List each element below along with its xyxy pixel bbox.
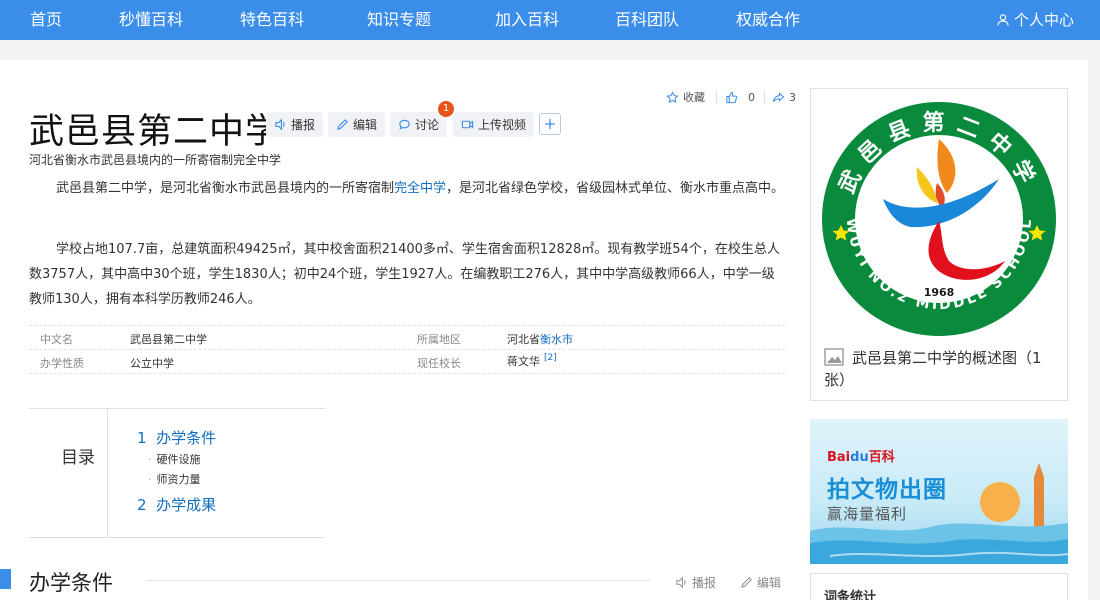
promo-subline: 赢海量福利 bbox=[827, 505, 908, 523]
star-icon bbox=[666, 90, 679, 103]
hengshui-link[interactable]: 衡水市 bbox=[540, 333, 573, 346]
toc-subitem-faculty[interactable]: · 师资力量 bbox=[148, 471, 201, 487]
share-icon bbox=[772, 91, 785, 102]
upload-video-button[interactable]: 上传视频 bbox=[453, 112, 535, 137]
video-icon bbox=[461, 120, 474, 129]
user-center-label: 个人中心 bbox=[1013, 11, 1074, 29]
reference-link[interactable]: [2] bbox=[544, 353, 557, 363]
info-divider bbox=[29, 349, 785, 350]
complete-middle-school-link[interactable]: 完全中学 bbox=[394, 181, 446, 196]
section-edit-button[interactable]: 编辑 bbox=[740, 574, 781, 591]
info-key-principal: 现任校长 bbox=[417, 357, 461, 370]
user-center-link[interactable]: 个人中心 bbox=[997, 0, 1074, 40]
discuss-count-badge: 1 bbox=[438, 101, 454, 117]
nav-item-team[interactable]: 百科团队 bbox=[615, 0, 679, 40]
toc-divider bbox=[107, 409, 108, 537]
discuss-button[interactable]: 讨论 bbox=[390, 112, 448, 137]
speaker-icon bbox=[275, 118, 285, 131]
nav-item-home[interactable]: 首页 bbox=[30, 0, 62, 40]
nav-item-partners[interactable]: 权威合作 bbox=[736, 0, 800, 40]
school-logo: 武邑县第二中学 WUYI NO.2 MIDDLE SCHOOL 1968 bbox=[822, 102, 1056, 336]
section-broadcast-button[interactable]: 播报 bbox=[675, 574, 716, 591]
toc-subitem-hardware[interactable]: · 硬件设施 bbox=[148, 451, 201, 467]
section-title: 办学条件 bbox=[29, 571, 113, 595]
nav-item-topics[interactable]: 知识专题 bbox=[367, 0, 431, 40]
favorite-button[interactable]: 收藏 bbox=[666, 89, 705, 105]
info-key-region: 所属地区 bbox=[417, 333, 461, 346]
promo-headline: 拍文物出圈 bbox=[827, 477, 947, 503]
broadcast-button[interactable]: 播报 bbox=[266, 112, 324, 137]
entry-stats-card: 词条统计 bbox=[810, 573, 1068, 600]
info-val-nature: 公立中学 bbox=[130, 357, 174, 370]
page-title: 武邑县第二中学 bbox=[29, 112, 282, 152]
baidu-baike-logo: Baidu百科 bbox=[827, 450, 895, 465]
chat-bubble-icon bbox=[399, 119, 410, 130]
nav-item-featured[interactable]: 特色百科 bbox=[240, 0, 304, 40]
pencil-icon bbox=[336, 119, 348, 131]
info-val-principal: 蒋文华 [2] bbox=[507, 353, 557, 368]
top-nav: 首页 秒懂百科 特色百科 知识专题 加入百科 百科团队 权威合作 个人中心 bbox=[0, 0, 1100, 40]
divider bbox=[764, 91, 765, 103]
speaker-icon bbox=[676, 576, 686, 589]
divider bbox=[716, 91, 717, 103]
summary-paragraph-1: 武邑县第二中学，是河北省衡水市武邑县境内的一所寄宿制完全中学，是河北省绿色学校，… bbox=[56, 181, 785, 196]
pencil-icon bbox=[740, 577, 752, 589]
share-button[interactable]: 3 bbox=[772, 89, 796, 105]
like-button[interactable]: 0 bbox=[725, 89, 755, 105]
info-key-chinese-name: 中文名 bbox=[40, 333, 73, 346]
lemma-subtitle: 河北省衡水市武邑县境内的一所寄宿制完全中学 bbox=[29, 153, 282, 167]
nav-item-miaodong[interactable]: 秒懂百科 bbox=[119, 0, 183, 40]
toc-item-achievements[interactable]: 2 办学成果 bbox=[137, 494, 216, 515]
logo-year: 1968 bbox=[924, 286, 955, 299]
info-divider bbox=[29, 373, 785, 374]
info-val-chinese-name: 武邑县第二中学 bbox=[130, 333, 207, 346]
plus-icon bbox=[545, 119, 555, 129]
user-icon bbox=[997, 14, 1009, 26]
summary-paragraph-2: 学校占地107.7亩，总建筑面积49425㎡，其中校舍面积21400多㎡、学生宿… bbox=[29, 242, 780, 307]
section-marker bbox=[0, 569, 11, 589]
thumbs-up-icon bbox=[726, 91, 738, 103]
toc-item-conditions[interactable]: 1 办学条件 bbox=[137, 427, 216, 448]
album-caption[interactable]: 武邑县第二中学的概述图（1张） bbox=[824, 347, 1060, 391]
image-icon bbox=[824, 348, 844, 366]
info-val-region: 河北省衡水市 bbox=[507, 333, 573, 346]
section-divider bbox=[146, 580, 651, 581]
promo-banner[interactable]: Baidu百科 拍文物出圈 赢海量福利 bbox=[810, 419, 1068, 564]
info-divider bbox=[29, 325, 785, 326]
edit-button[interactable]: 编辑 bbox=[328, 112, 386, 137]
add-button[interactable] bbox=[539, 113, 561, 135]
toc-label: 目录 bbox=[61, 448, 95, 468]
info-key-nature: 办学性质 bbox=[40, 357, 84, 370]
entry-stats-title: 词条统计 bbox=[824, 590, 877, 600]
nav-item-join[interactable]: 加入百科 bbox=[495, 0, 559, 40]
